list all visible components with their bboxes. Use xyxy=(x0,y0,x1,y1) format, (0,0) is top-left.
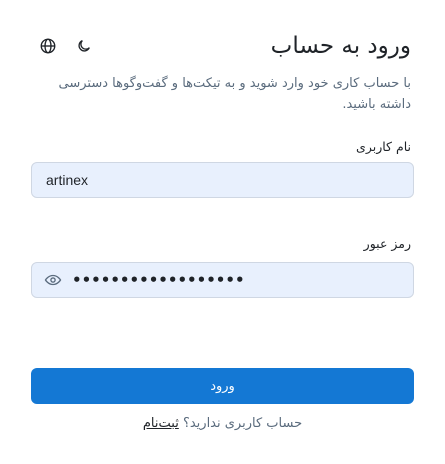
password-value: •••••••••••••••••• xyxy=(72,271,245,289)
page-subtitle: با حساب کاری خود وارد شوید و به تیکت‌ها … xyxy=(58,76,412,112)
login-page: ورود به حساب با حساب کاری خود وارد شوید … xyxy=(0,0,445,464)
language-button[interactable] xyxy=(36,34,60,58)
username-value: artinex xyxy=(46,172,89,188)
signup-prompt-text: حساب کاربری ندارید؟ xyxy=(182,416,303,431)
moon-icon xyxy=(78,40,90,52)
username-label: نام کاربری xyxy=(356,139,411,154)
globe-icon xyxy=(40,38,56,54)
login-button[interactable]: ورود xyxy=(31,368,414,404)
theme-toggle-button[interactable] xyxy=(72,34,96,58)
signup-prompt: حساب کاربری ندارید؟ ثبت‌نام xyxy=(0,416,445,431)
username-field[interactable]: artinex xyxy=(31,162,414,198)
password-label: رمز عبور xyxy=(363,236,411,251)
page-title: ورود به حساب xyxy=(270,33,411,59)
show-password-button[interactable] xyxy=(42,269,64,291)
signup-link[interactable]: ثبت‌نام xyxy=(143,416,179,431)
password-field[interactable]: •••••••••••••••••• xyxy=(31,262,414,298)
eye-icon xyxy=(44,274,62,286)
